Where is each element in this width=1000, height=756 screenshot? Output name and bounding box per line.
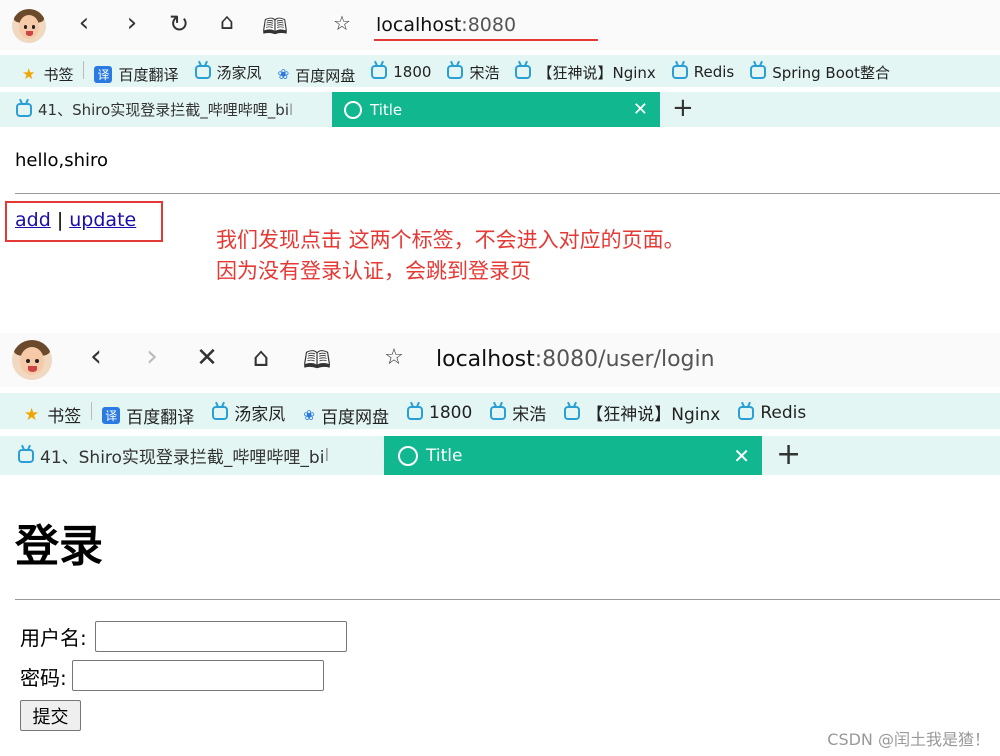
password-input[interactable] <box>72 660 324 691</box>
bookmark-separator <box>91 401 93 420</box>
url-host: localhost <box>376 14 462 36</box>
bookmark-item[interactable]: 汤家凤 <box>194 62 262 83</box>
back-icon[interactable]: ‹ <box>82 339 110 374</box>
password-label: 密码: <box>20 666 67 690</box>
tab-title-active[interactable]: Title ✕ <box>332 92 660 127</box>
bilibili-icon <box>671 65 688 79</box>
watermark: CSDN @闰土我是猹！ <box>827 730 990 749</box>
back-icon[interactable]: ‹ <box>72 8 96 38</box>
star-icon: ★ <box>22 65 36 83</box>
tab-strip: 41、Shiro实现登录拦截_哔哩哔哩_bi l Title ✕ + <box>0 436 1000 475</box>
bookmark-item[interactable]: Spring Boot整合 <box>750 62 890 83</box>
url-underline-annotation <box>374 39 598 41</box>
new-tab-icon[interactable]: + <box>672 93 694 123</box>
reload-icon[interactable]: ↻ <box>166 10 192 38</box>
bilibili-icon <box>515 65 532 79</box>
bilibili-icon <box>750 65 767 79</box>
translate-icon: 译 <box>94 66 113 83</box>
bookmark-item[interactable]: 译百度翻译 <box>102 403 194 428</box>
bookmark-item[interactable]: 1800 <box>407 403 472 423</box>
hello-text: hello,shiro <box>15 150 109 171</box>
bookmark-item[interactable]: Redis <box>671 63 734 81</box>
username-label: 用户名: <box>20 626 87 650</box>
annotation-line-1: 我们发现点击 这两个标签，不会进入对应的页面。 <box>216 228 685 252</box>
tab-bilibili[interactable]: 41、Shiro实现登录拦截_哔哩哔哩_bi l <box>0 92 346 127</box>
bottom-navigation-bar: ‹ › ✕ ⌂ 🕮 ☆ localhost:8080/user/login <box>0 333 1000 387</box>
url-path: :8080 <box>461 14 517 36</box>
close-tab-icon[interactable]: ✕ <box>733 444 750 468</box>
bookmarks-bar: ★ 书签译百度翻译 汤家凤 ❀ 百度网盘 1800 宋浩 【狂神说】Nginx Redis Spr… <box>0 55 1000 87</box>
bookmark-item[interactable]: 宋浩 <box>490 400 546 425</box>
bookmark-item[interactable]: 汤家凤 <box>212 400 285 425</box>
annotation-line-2: 因为没有登录认证，会跳到登录页 <box>216 259 531 283</box>
new-tab-icon[interactable]: + <box>776 437 801 472</box>
bookmark-item[interactable]: 【狂神说】Nginx <box>515 62 656 83</box>
stop-loading-icon[interactable]: ✕ <box>192 343 222 373</box>
bookmark-item[interactable]: Redis <box>738 403 806 423</box>
baidu-pan-icon: ❀ <box>303 407 315 424</box>
translate-icon: 译 <box>102 406 121 424</box>
tab-bilibili[interactable]: 41、Shiro实现登录拦截_哔哩哔哩_bi l <box>0 436 398 475</box>
bookmark-item[interactable]: 1800 <box>371 63 431 81</box>
login-heading: 登录 <box>15 521 103 572</box>
bookmark-item[interactable]: ❀ 百度网盘 <box>278 65 356 86</box>
home-icon[interactable]: ⌂ <box>246 343 276 373</box>
avatar[interactable] <box>12 340 52 380</box>
url-path: :8080/user/login <box>534 347 715 372</box>
tab-strip: 41、Shiro实现登录拦截_哔哩哔哩_bi l Title ✕ + <box>0 92 1000 127</box>
bookmark-item[interactable]: ❀ 百度网盘 <box>303 403 389 429</box>
address-bar[interactable]: localhost:8080 <box>376 14 516 36</box>
bookmark-separator <box>83 61 85 79</box>
bilibili-icon <box>371 65 388 79</box>
forward-icon[interactable]: › <box>120 8 144 38</box>
bilibili-icon <box>407 405 423 420</box>
reading-mode-icon[interactable]: 🕮 <box>302 343 332 384</box>
top-navigation-bar: ‹ › ↻ ⌂ 🕮 ☆ localhost:8080 <box>0 0 1000 50</box>
bilibili-icon <box>490 405 507 420</box>
bookmark-label[interactable]: ★ 书签 <box>24 402 81 428</box>
address-bar[interactable]: localhost:8080/user/login <box>436 347 715 372</box>
star-icon: ★ <box>24 404 40 425</box>
bookmark-label[interactable]: ★ 书签 <box>22 64 73 85</box>
url-host: localhost <box>436 347 535 372</box>
bilibili-icon <box>212 405 229 420</box>
tab-favicon-icon <box>344 100 362 119</box>
tab-title-active[interactable]: Title ✕ <box>384 436 762 475</box>
bookmark-item[interactable]: 宋浩 <box>447 62 499 83</box>
baidu-pan-icon: ❀ <box>277 67 290 83</box>
bookmark-item[interactable]: 译百度翻译 <box>94 64 179 85</box>
favorite-star-icon[interactable]: ☆ <box>330 11 354 35</box>
reading-mode-icon[interactable]: 🕮 <box>262 10 288 48</box>
home-icon[interactable]: ⌂ <box>214 10 240 35</box>
favorite-star-icon[interactable]: ☆ <box>380 345 408 370</box>
bilibili-icon <box>16 102 32 117</box>
horizontal-rule <box>15 193 1000 194</box>
avatar[interactable] <box>12 9 46 43</box>
bilibili-icon <box>447 65 464 79</box>
bookmark-item[interactable]: 【狂神说】Nginx <box>564 400 720 425</box>
username-input[interactable] <box>95 621 347 652</box>
bilibili-icon <box>18 448 34 463</box>
bookmarks-bar: ★ 书签译百度翻译 汤家凤 ❀ 百度网盘 1800 宋浩 【狂神说】Nginx Redis <box>0 393 1000 429</box>
bilibili-icon <box>738 405 755 420</box>
horizontal-rule <box>15 599 1000 600</box>
links-highlight-box <box>5 201 163 242</box>
bilibili-icon <box>564 405 581 420</box>
forward-icon: › <box>146 339 158 374</box>
close-tab-icon[interactable]: ✕ <box>633 99 648 120</box>
submit-button[interactable]: 提交 <box>20 700 81 731</box>
bilibili-icon <box>194 65 211 79</box>
tab-favicon-icon <box>398 445 418 466</box>
